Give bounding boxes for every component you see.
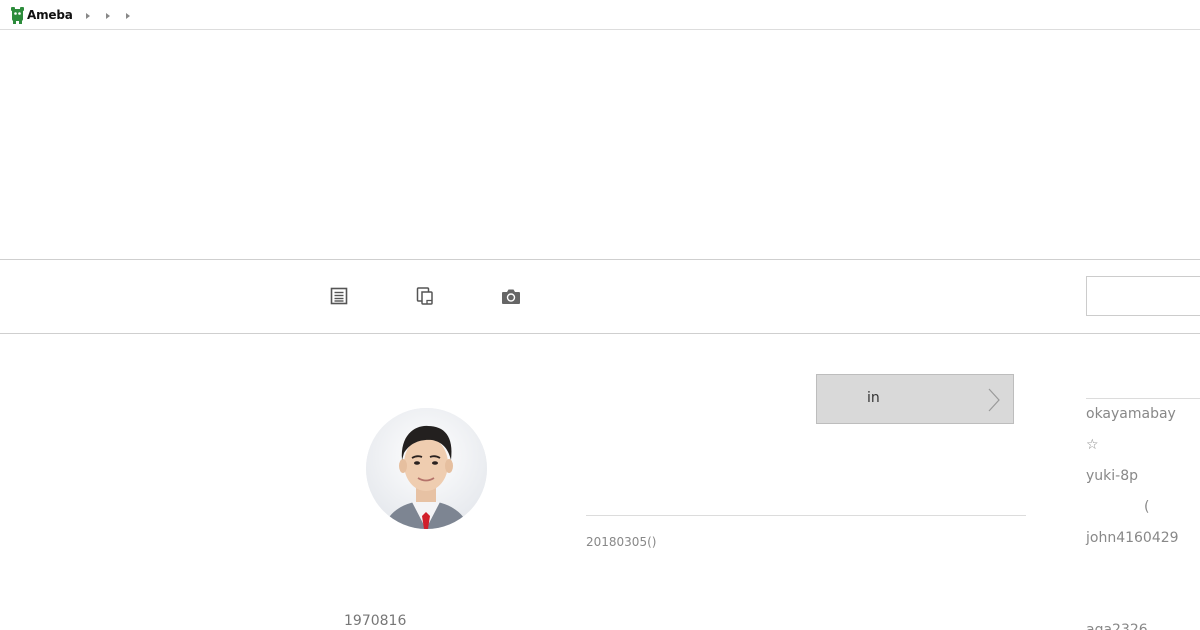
sidebar-item[interactable]: aga2326 bbox=[1086, 622, 1148, 630]
sidebar-divider bbox=[1086, 398, 1200, 399]
logo-text: Ameba bbox=[27, 7, 73, 22]
breadcrumb-arrow-icon[interactable] bbox=[86, 13, 90, 19]
login-button[interactable]: in bbox=[816, 374, 1014, 424]
sidebar-item[interactable]: john4160429 bbox=[1086, 530, 1179, 546]
chevron-right-icon bbox=[988, 388, 1000, 412]
post-date: 20180305() bbox=[586, 535, 657, 549]
ameba-logo[interactable]: Ameba bbox=[10, 0, 73, 30]
sidebar-item[interactable]: yuki-8p bbox=[1086, 468, 1138, 484]
pages-icon[interactable] bbox=[415, 286, 435, 306]
blog-nav-band bbox=[0, 259, 1200, 334]
login-button-label: in bbox=[867, 390, 880, 406]
blog-entries-icon[interactable] bbox=[329, 286, 349, 306]
page: Ameba 1970816 in 20180305() okayamabay ☆… bbox=[0, 0, 1200, 630]
sidebar-item: ( bbox=[1144, 499, 1150, 515]
avatar-photo bbox=[366, 408, 487, 529]
breadcrumb-arrow-icon[interactable] bbox=[106, 13, 110, 19]
profile-avatar[interactable] bbox=[366, 408, 487, 529]
ameba-mascot-icon bbox=[11, 6, 24, 24]
search-input[interactable] bbox=[1086, 276, 1200, 316]
sidebar-star-icon: ☆ bbox=[1086, 437, 1099, 453]
camera-icon[interactable] bbox=[500, 286, 522, 306]
profile-birthdate: 1970816 bbox=[344, 613, 407, 629]
ad-space bbox=[0, 31, 1200, 259]
divider bbox=[586, 515, 1026, 516]
breadcrumb-arrow-icon[interactable] bbox=[126, 13, 130, 19]
top-bar: Ameba bbox=[0, 0, 1200, 30]
sidebar-item[interactable]: okayamabay bbox=[1086, 406, 1176, 422]
